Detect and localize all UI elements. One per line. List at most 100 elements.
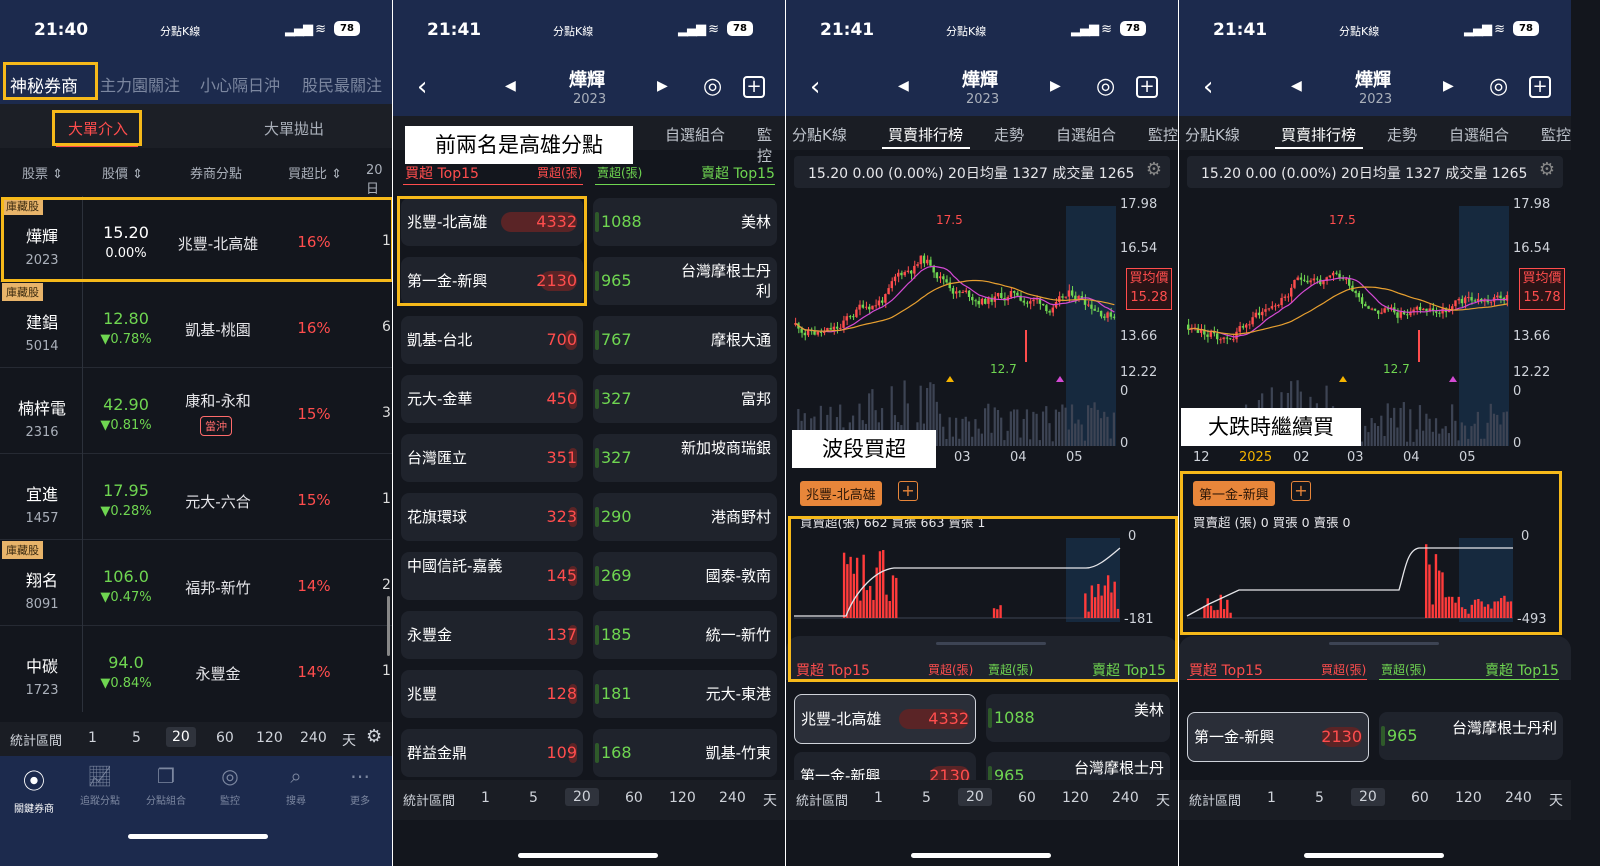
period-option[interactable]: 5 xyxy=(1315,790,1324,806)
buy-broker-card[interactable]: 永豐金 137 xyxy=(401,611,583,659)
prev-icon[interactable]: ◀ xyxy=(1291,78,1302,94)
period-240[interactable]: 240 xyxy=(300,730,327,746)
period-60[interactable]: 60 xyxy=(216,730,234,746)
buy-broker-card[interactable]: 中國信託-嘉義 145 xyxy=(401,552,583,600)
monitor-icon[interactable]: ◎ xyxy=(1096,74,1115,99)
nav-key-broker[interactable]: ⦿ 關鍵券商 xyxy=(10,764,58,815)
period-option[interactable]: 240 xyxy=(1112,790,1139,806)
period-option[interactable]: 20 xyxy=(1351,788,1385,806)
add-icon[interactable]: + xyxy=(1136,76,1158,98)
sell-broker-card[interactable]: 965 台灣摩根士丹利 xyxy=(593,257,777,305)
gear-icon[interactable]: ⚙ xyxy=(366,726,382,747)
sell-broker-card[interactable]: 269 國泰-敦南 xyxy=(593,552,777,600)
broker-tag[interactable]: 兆豐-北高雄 xyxy=(800,481,882,506)
buy-broker-card[interactable]: 台灣匯立 351 xyxy=(401,434,583,482)
next-icon[interactable]: ▶ xyxy=(1443,78,1454,94)
x-tick: 04 xyxy=(1010,450,1027,465)
prev-icon[interactable]: ◀ xyxy=(505,78,516,94)
back-icon[interactable]: ‹ xyxy=(810,72,820,102)
table-row[interactable]: 中碳 1723 94.0 ▼0.84% 永豐金 14% 1 xyxy=(0,626,392,712)
period-option[interactable]: 60 xyxy=(1411,790,1429,806)
period-option[interactable]: 120 xyxy=(1455,790,1482,806)
tab-3[interactable]: 自選組合 xyxy=(1056,124,1116,145)
buy-broker-card[interactable]: 兆豐-北高雄 4332 xyxy=(794,694,976,744)
add-broker-icon[interactable]: + xyxy=(898,481,918,501)
period-option[interactable]: 60 xyxy=(1018,790,1036,806)
scrollbar[interactable] xyxy=(387,596,390,656)
monitor-icon[interactable]: ◎ xyxy=(1489,74,1508,99)
nav-search[interactable]: ⌕ 搜尋 xyxy=(272,764,320,807)
period-1[interactable]: 1 xyxy=(481,790,490,806)
col-price[interactable]: 股價 ⇕ xyxy=(102,163,143,182)
next-icon[interactable]: ▶ xyxy=(1050,78,1061,94)
tab-watchlist[interactable]: 自選組合 xyxy=(665,124,725,145)
sell-broker-card[interactable]: 1088 美林 xyxy=(593,198,777,246)
sell-broker-card[interactable]: 327 新加坡商瑞銀 xyxy=(593,434,777,482)
tab-day-trade[interactable]: 小心隔日沖 xyxy=(200,72,280,96)
period-option[interactable]: 1 xyxy=(1267,790,1276,806)
sell-broker-card[interactable]: 168 凱基-竹東 xyxy=(593,729,777,777)
period-option[interactable]: 20 xyxy=(958,788,992,806)
nav-monitor[interactable]: ◎ 監控 xyxy=(206,764,254,807)
period-option[interactable]: 1 xyxy=(874,790,883,806)
candle-body xyxy=(919,255,922,265)
col-stock[interactable]: 股票 ⇕ xyxy=(22,163,63,182)
next-icon[interactable]: ▶ xyxy=(657,78,668,94)
period-20[interactable]: 20 xyxy=(565,788,599,806)
period-20[interactable]: 20 xyxy=(166,727,196,747)
period-60[interactable]: 60 xyxy=(625,790,643,806)
period-120[interactable]: 120 xyxy=(669,790,696,806)
back-icon[interactable]: ‹ xyxy=(417,72,427,102)
table-row[interactable]: 庫藏股 建錩 5014 12.80 ▼0.78% 凱基-桃園 16% 6 xyxy=(0,282,392,368)
buy-broker-card[interactable]: 群益金鼎 109 xyxy=(401,729,583,777)
gear-icon[interactable]: ⚙ xyxy=(1539,159,1555,180)
period-option[interactable]: 240 xyxy=(1505,790,1532,806)
period-5[interactable]: 5 xyxy=(529,790,538,806)
table-row[interactable]: 庫藏股 翔名 8091 106.0 ▼0.47% 福邦-新竹 14% 2 xyxy=(0,540,392,626)
period-240[interactable]: 240 xyxy=(719,790,746,806)
period-option[interactable]: 120 xyxy=(1062,790,1089,806)
sell-broker-card[interactable]: 185 統一-新竹 xyxy=(593,611,777,659)
sell-broker-card[interactable]: 767 摩根大通 xyxy=(593,316,777,364)
buy-broker-card[interactable]: 凱基-台北 700 xyxy=(401,316,583,364)
buy-broker-card[interactable]: 花旗環球 323 xyxy=(401,493,583,541)
tab-2[interactable]: 走勢 xyxy=(1387,124,1417,145)
add-icon[interactable]: + xyxy=(743,76,765,98)
gear-icon[interactable]: ⚙ xyxy=(1146,159,1162,180)
nav-more[interactable]: ⋯ 更多 xyxy=(336,764,384,807)
sell-broker-card[interactable]: 965 台灣摩根士丹利 xyxy=(1379,712,1563,760)
monitor-icon[interactable]: ◎ xyxy=(703,74,722,99)
sell-broker-card[interactable]: 327 富邦 xyxy=(593,375,777,423)
tab-0[interactable]: 分點K線 xyxy=(792,124,847,145)
table-row[interactable]: 楠梓電 2316 42.90 ▼0.81% 康和-永和 當沖 15% 3 xyxy=(0,368,392,454)
tab-1[interactable]: 買賣排行榜 xyxy=(888,124,963,145)
tab-3[interactable]: 自選組合 xyxy=(1449,124,1509,145)
buy-broker-card[interactable]: 兆豐 128 xyxy=(401,670,583,718)
tab-0[interactable]: 分點K線 xyxy=(1185,124,1240,145)
buy-broker-card[interactable]: 元大-金華 450 xyxy=(401,375,583,423)
tab-2[interactable]: 走勢 xyxy=(994,124,1024,145)
buy-broker-card[interactable]: 第一金-新興 2130 xyxy=(1187,712,1369,762)
prev-icon[interactable]: ◀ xyxy=(898,78,909,94)
tab-4[interactable]: 監控 xyxy=(1148,124,1178,145)
sheet-handle[interactable] xyxy=(1329,642,1439,645)
nav-combo[interactable]: ❐ 分點組合 xyxy=(142,764,190,807)
tab-4[interactable]: 監控 xyxy=(1541,124,1571,145)
table-row[interactable]: 宜進 1457 17.95 ▼0.28% 元大-六合 15% 1 xyxy=(0,454,392,540)
home-indicator xyxy=(518,853,658,858)
nav-track[interactable]: 📈︎ 追蹤分點 xyxy=(76,764,124,807)
period-120[interactable]: 120 xyxy=(256,730,283,746)
back-icon[interactable]: ‹ xyxy=(1203,72,1213,102)
tab-1[interactable]: 買賣排行榜 xyxy=(1281,124,1356,145)
period-option[interactable]: 5 xyxy=(922,790,931,806)
period-1[interactable]: 1 xyxy=(88,730,97,746)
sell-broker-card[interactable]: 181 元大-東港 xyxy=(593,670,777,718)
tab-popular[interactable]: 股民最關注 xyxy=(302,72,382,96)
sell-broker-card[interactable]: 290 港商野村 xyxy=(593,493,777,541)
sell-broker-card[interactable]: 1088 美林 xyxy=(986,694,1170,742)
add-icon[interactable]: + xyxy=(1529,76,1551,98)
col-ratio[interactable]: 買超比 ⇕ xyxy=(288,163,342,182)
subtab-big-sell[interactable]: 大單拋出 xyxy=(264,118,324,139)
period-5[interactable]: 5 xyxy=(132,730,141,746)
tab-main-force[interactable]: 主力園關注 xyxy=(100,72,180,96)
